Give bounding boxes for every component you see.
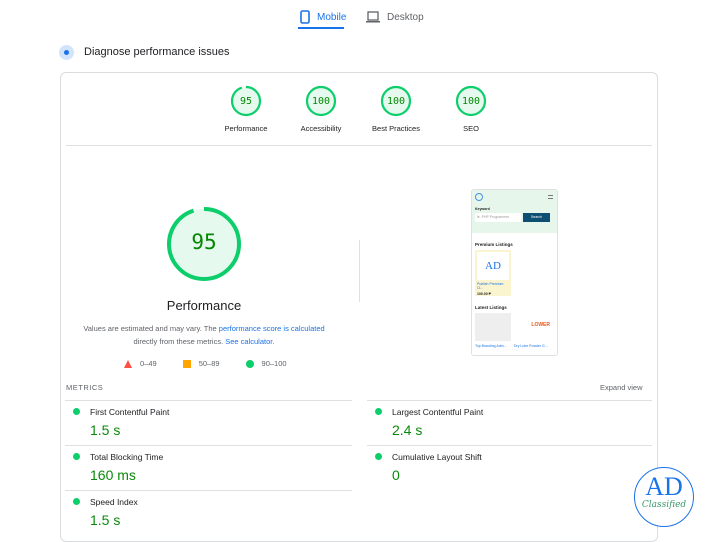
performance-score: 95 bbox=[191, 230, 217, 254]
category-label: Best Practices bbox=[372, 124, 420, 133]
divider bbox=[65, 490, 352, 491]
latest-item: Top Branding Adm... bbox=[475, 313, 511, 348]
divider bbox=[65, 400, 352, 401]
keyword-label: Keyword bbox=[475, 207, 490, 211]
score-note: Values are estimated and may vary. The p… bbox=[74, 322, 334, 348]
metrics-header: METRICS bbox=[66, 383, 104, 392]
triangle-icon bbox=[124, 359, 132, 368]
latest-item: LOWER Dry Lube Powder G... bbox=[514, 313, 550, 348]
pass-circle-icon bbox=[375, 408, 382, 415]
score-calc-link[interactable]: performance score is calculated bbox=[219, 324, 325, 333]
watermark-title: AD bbox=[645, 472, 683, 501]
legend-pass: 90–100 bbox=[245, 359, 287, 368]
legend-label: 50–89 bbox=[198, 359, 220, 368]
legend-label: 90–100 bbox=[261, 359, 287, 368]
category-label: Performance bbox=[224, 124, 268, 133]
tab-label: Desktop bbox=[387, 11, 424, 23]
premium-title: Premium Listings bbox=[475, 242, 513, 247]
category-gauge[interactable]: 100 bbox=[380, 85, 412, 117]
search-input: ie. PHP Programmer bbox=[475, 213, 521, 222]
category-gauge[interactable]: 100 bbox=[455, 85, 487, 117]
premium-card: AD Publish Premium Cl... 100.00 ₱ bbox=[475, 250, 511, 296]
metric-value: 2.4 s bbox=[392, 422, 423, 438]
category-label: SEO bbox=[463, 124, 479, 133]
page-screenshot: Keyword ie. PHP Programmer Search Premiu… bbox=[471, 189, 558, 356]
pass-circle-icon bbox=[73, 408, 80, 415]
section-title: Diagnose performance issues bbox=[84, 46, 230, 58]
search-button: Search bbox=[523, 213, 550, 222]
circle-icon bbox=[245, 359, 254, 368]
premium-price: 100.00 ₱ bbox=[477, 292, 492, 296]
divider bbox=[359, 240, 360, 302]
latest-item-title: Dry Lube Powder G... bbox=[514, 344, 548, 348]
category-label: Accessibility bbox=[300, 124, 342, 133]
category-score: 100 bbox=[311, 95, 331, 107]
pass-circle-icon bbox=[73, 498, 80, 505]
calculator-link[interactable]: See calculator. bbox=[225, 337, 274, 346]
note-text: Values are estimated and may vary. The bbox=[83, 324, 219, 333]
metric-value: 1.5 s bbox=[90, 422, 121, 438]
latest-item-title: Top Branding Adm... bbox=[475, 344, 507, 348]
metric-label: Cumulative Layout Shift bbox=[392, 452, 482, 462]
site-logo bbox=[475, 193, 483, 201]
diagnose-icon bbox=[59, 45, 74, 60]
metric-label: Total Blocking Time bbox=[90, 452, 164, 462]
laptop-icon bbox=[366, 11, 380, 23]
category-gauge[interactable]: 100 bbox=[305, 85, 337, 117]
tab-mobile[interactable]: Mobile bbox=[300, 6, 346, 28]
legend-fail: 0–49 bbox=[124, 359, 157, 368]
metric-value: 0 bbox=[392, 467, 400, 483]
performance-label: Performance bbox=[166, 298, 242, 313]
pass-circle-icon bbox=[73, 453, 80, 460]
category-score: 95 bbox=[239, 95, 253, 107]
tab-desktop[interactable]: Desktop bbox=[366, 6, 424, 28]
metric-value: 1.5 s bbox=[90, 512, 121, 528]
metric-value: 160 ms bbox=[90, 467, 136, 483]
divider bbox=[367, 445, 652, 446]
category-gauge[interactable]: 95 bbox=[230, 85, 262, 117]
metric-label: Largest Contentful Paint bbox=[392, 407, 484, 417]
active-tab-indicator bbox=[298, 27, 344, 29]
phone-icon bbox=[300, 10, 310, 24]
legend-average: 50–89 bbox=[182, 359, 220, 368]
ad-logo: AD bbox=[477, 252, 509, 280]
latest-title: Latest Listings bbox=[475, 305, 507, 310]
metric-label: Speed Index bbox=[90, 497, 138, 507]
divider bbox=[66, 145, 652, 146]
watermark-logo: AD Classified bbox=[634, 467, 694, 527]
premium-item: Publish Premium Cl... bbox=[477, 282, 504, 290]
expand-view-button[interactable]: Expand view bbox=[600, 383, 643, 392]
pass-circle-icon bbox=[375, 453, 382, 460]
menu-icon bbox=[548, 195, 553, 199]
category-score: 100 bbox=[386, 95, 406, 107]
tab-label: Mobile bbox=[317, 11, 347, 23]
square-icon bbox=[182, 359, 191, 368]
legend: 0–49 50–89 90–100 bbox=[124, 359, 287, 368]
metric-label: First Contentful Paint bbox=[90, 407, 170, 417]
divider bbox=[367, 400, 652, 401]
category-score: 100 bbox=[461, 95, 481, 107]
divider bbox=[65, 445, 352, 446]
note-text: directly from these metrics. bbox=[133, 337, 226, 346]
watermark-subtitle: Classified bbox=[641, 500, 687, 510]
legend-label: 0–49 bbox=[140, 359, 157, 368]
